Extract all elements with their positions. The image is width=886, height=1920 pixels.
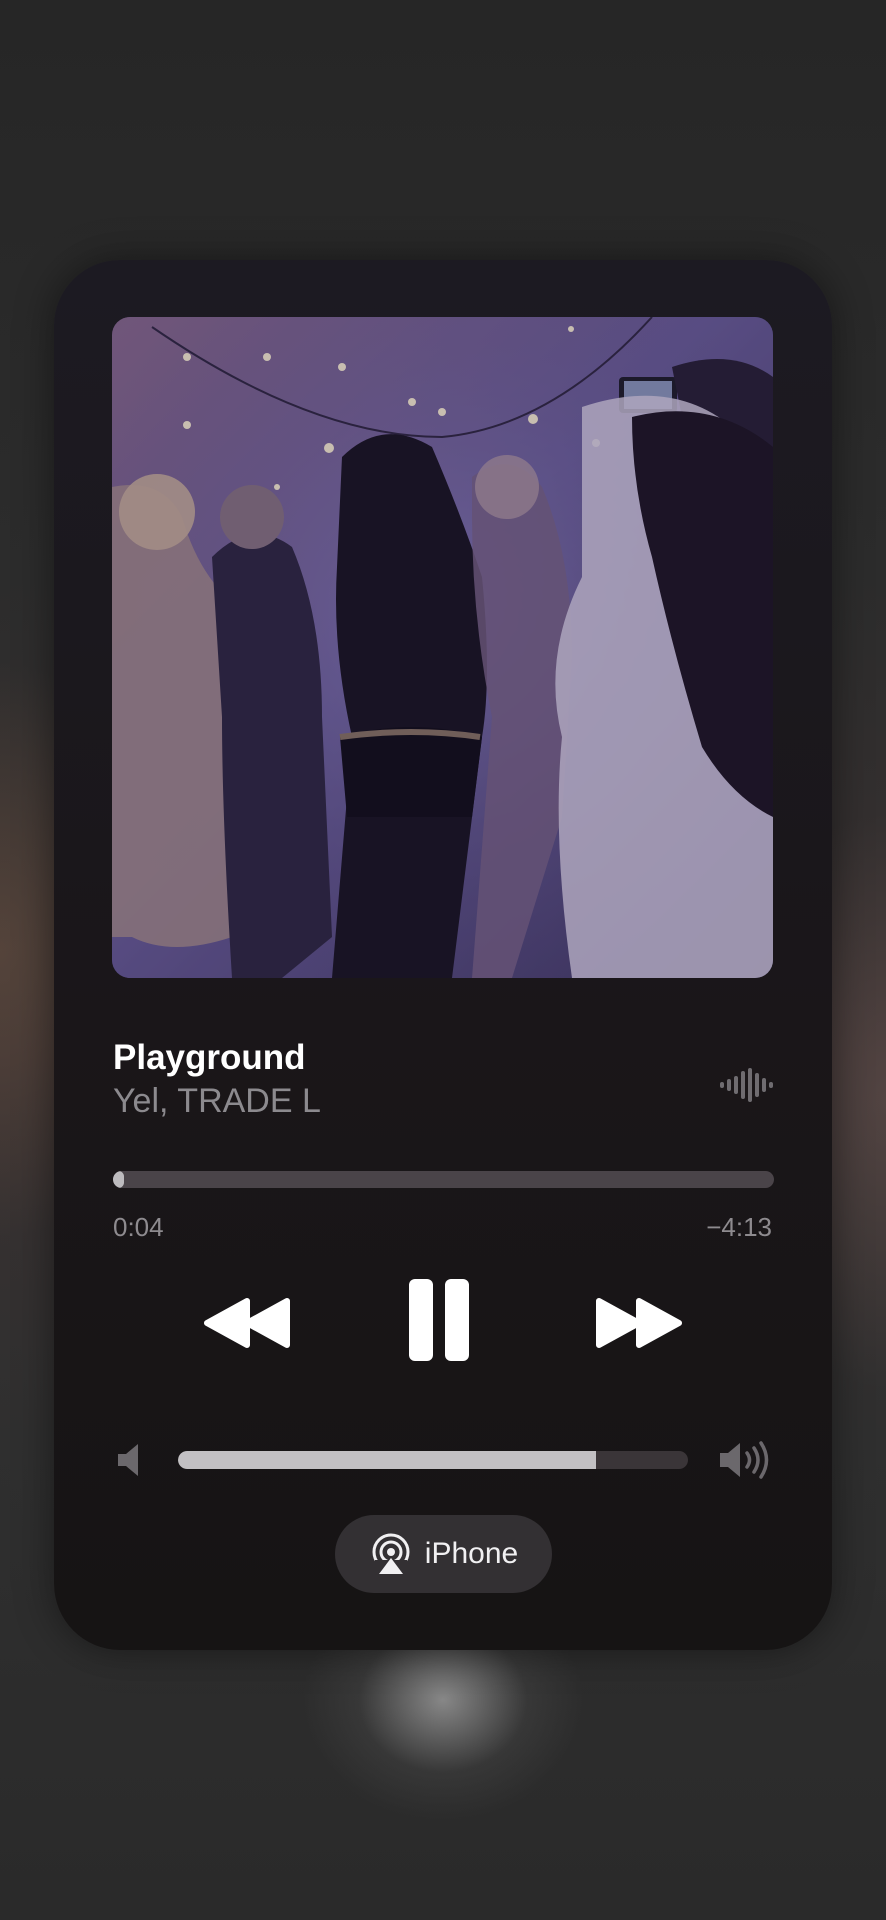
- airplay-icon: [372, 1533, 410, 1576]
- speaker-high-icon: [720, 1441, 769, 1479]
- pause-button[interactable]: [399, 1270, 479, 1370]
- playback-progress-fill: [113, 1171, 124, 1188]
- album-artwork[interactable]: [112, 317, 773, 978]
- fast-forward-icon: [596, 1298, 682, 1348]
- playback-scrubber[interactable]: [113, 1171, 774, 1188]
- pause-icon: [409, 1279, 469, 1361]
- waveform-icon: [720, 1068, 773, 1102]
- now-playing-card: Playground Yel, TRADE L 0:04 −4:13 iPhon…: [54, 260, 832, 1650]
- forward-button[interactable]: [588, 1283, 688, 1363]
- volume-level-fill: [178, 1451, 597, 1469]
- volume-slider[interactable]: [178, 1451, 688, 1469]
- rewind-button[interactable]: [198, 1283, 298, 1363]
- rewind-icon: [204, 1298, 290, 1348]
- airplay-output-button[interactable]: iPhone: [335, 1515, 552, 1593]
- track-artist[interactable]: Yel, TRADE L: [113, 1082, 321, 1121]
- remaining-time: −4:13: [706, 1212, 772, 1242]
- output-device-label: iPhone: [424, 1537, 519, 1570]
- track-title: Playground: [113, 1038, 306, 1077]
- elapsed-time: 0:04: [113, 1212, 164, 1242]
- speaker-low-icon: [118, 1444, 138, 1476]
